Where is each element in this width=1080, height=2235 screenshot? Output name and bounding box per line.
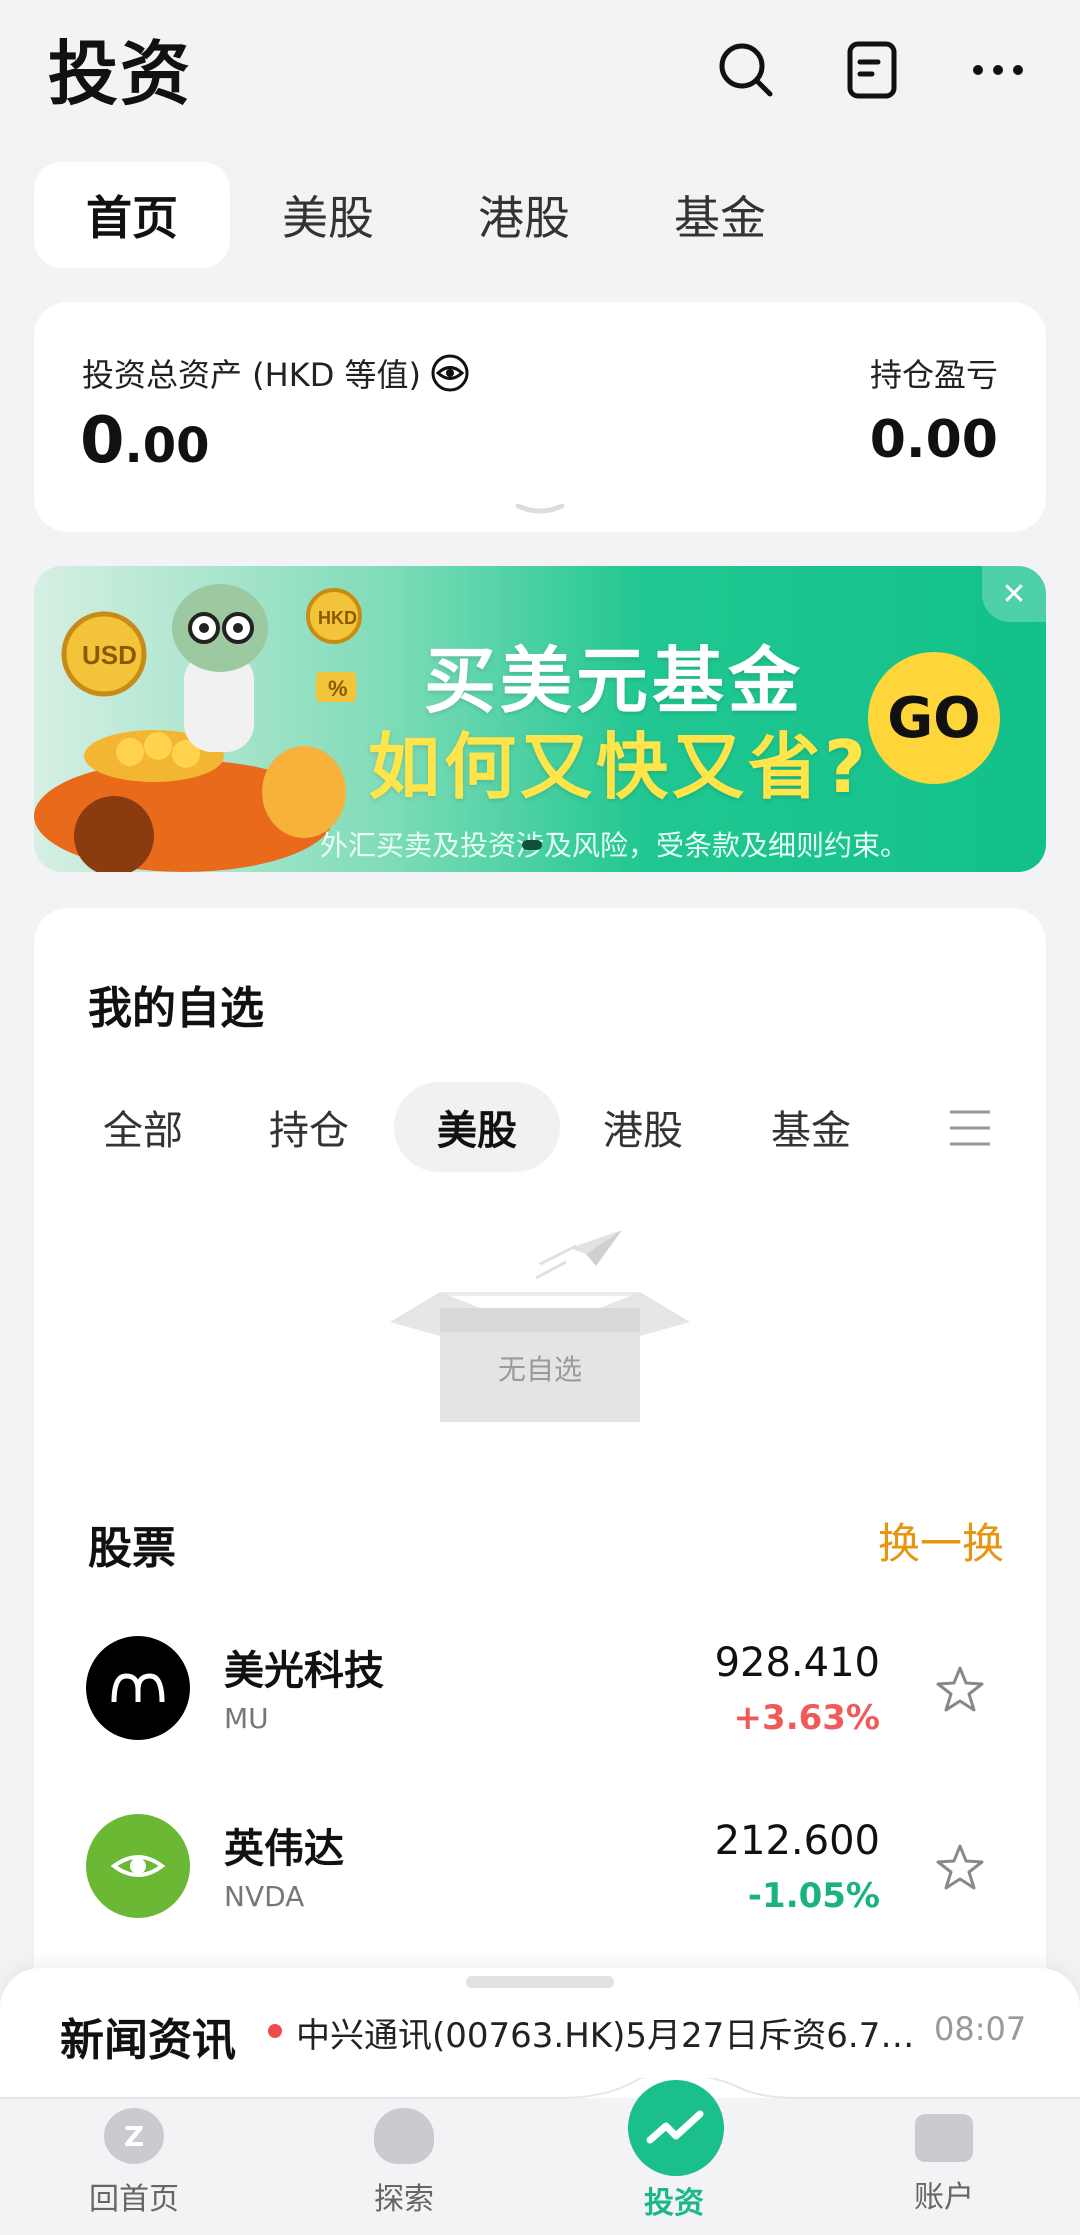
empty-watchlist-text: 无自选 bbox=[497, 1353, 582, 1386]
home-logo-icon: Z bbox=[104, 2108, 164, 2164]
page-title: 投资 bbox=[48, 33, 192, 115]
pnl-value: 0.00 bbox=[869, 410, 998, 470]
nav-explore[interactable]: 探索 bbox=[304, 2108, 504, 2218]
tab-funds[interactable]: 基金 bbox=[622, 162, 818, 268]
micron-logo-icon bbox=[86, 1636, 190, 1740]
pnl-label: 持仓盈亏 bbox=[869, 356, 998, 394]
news-time: 08:07 bbox=[934, 2010, 1027, 2048]
carousel-indicator bbox=[522, 840, 542, 850]
document-icon[interactable] bbox=[840, 38, 904, 102]
svg-text:HKD: HKD bbox=[318, 608, 357, 628]
nvidia-logo-icon bbox=[86, 1814, 190, 1918]
total-assets-label: 投资总资产 (HKD 等值) bbox=[82, 350, 471, 396]
watchlist-tab-holdings[interactable]: 持仓 bbox=[226, 1082, 392, 1172]
watchlist-tab-us[interactable]: 美股 bbox=[394, 1082, 560, 1172]
stock-change: +3.63% bbox=[733, 1698, 880, 1738]
news-dot-icon bbox=[268, 2024, 282, 2038]
star-icon[interactable] bbox=[934, 1842, 986, 1898]
refresh-button[interactable]: 换一换 bbox=[878, 1510, 1004, 1571]
nav-account[interactable]: 账户 bbox=[844, 2108, 1044, 2216]
menu-icon[interactable] bbox=[948, 1106, 992, 1154]
banner-subheadline: 如何又快又省? bbox=[368, 725, 870, 809]
more-icon[interactable] bbox=[966, 38, 1030, 102]
stock-change: -1.05% bbox=[747, 1876, 880, 1916]
stocks-title: 股票 bbox=[88, 1523, 176, 1574]
explore-mascot-icon bbox=[374, 2108, 434, 2164]
watchlist-tab-hk[interactable]: 港股 bbox=[560, 1082, 726, 1172]
search-icon[interactable] bbox=[714, 38, 778, 102]
news-title: 新闻资讯 bbox=[60, 2015, 236, 2066]
eye-icon[interactable] bbox=[429, 352, 471, 394]
close-icon[interactable]: ✕ bbox=[982, 566, 1046, 622]
tab-home[interactable]: 首页 bbox=[34, 162, 230, 268]
invest-chart-icon[interactable] bbox=[628, 2080, 724, 2176]
news-headline[interactable]: 中兴通讯(00763.HK)5月27日斥资6.7亿港元回购股份，涉及股份数 bbox=[296, 2008, 920, 2057]
stock-code: MU bbox=[224, 1702, 269, 1735]
drag-handle[interactable] bbox=[466, 1976, 614, 1988]
stock-price: 928.410 bbox=[714, 1640, 880, 1686]
stock-code: NVDA bbox=[224, 1880, 305, 1913]
tab-us-stocks[interactable]: 美股 bbox=[230, 162, 426, 268]
stock-price: 212.600 bbox=[714, 1818, 880, 1864]
nav-invest[interactable]: 投资 bbox=[574, 2178, 774, 2222]
banner-disclaimer: 外汇买卖及投资涉及风险，受条款及细则约束。 bbox=[320, 829, 909, 862]
watchlist-tab-funds[interactable]: 基金 bbox=[728, 1082, 894, 1172]
watchlist-title: 我的自选 bbox=[88, 983, 264, 1034]
empty-box-icon bbox=[390, 1226, 690, 1436]
stock-name: 英伟达 bbox=[224, 1826, 344, 1872]
tab-hk-stocks[interactable]: 港股 bbox=[426, 162, 622, 268]
svg-text:USD: USD bbox=[82, 640, 137, 670]
stock-name: 美光科技 bbox=[224, 1648, 384, 1694]
nav-curve bbox=[0, 2078, 1080, 2099]
star-icon[interactable] bbox=[934, 1664, 986, 1720]
watchlist-tab-all[interactable]: 全部 bbox=[60, 1082, 226, 1172]
total-assets-value: 0.00 bbox=[80, 404, 210, 478]
chevron-down-icon[interactable] bbox=[514, 500, 566, 524]
wallet-icon bbox=[915, 2114, 973, 2162]
nav-home[interactable]: Z 回首页 bbox=[34, 2108, 234, 2218]
promo-banner[interactable]: USD HKD % 买美元基金 如何又快又省? GO 外汇买卖及投资涉及风险，受… bbox=[34, 566, 1046, 872]
go-button[interactable]: GO bbox=[868, 652, 1000, 784]
svg-text:%: % bbox=[328, 676, 348, 701]
